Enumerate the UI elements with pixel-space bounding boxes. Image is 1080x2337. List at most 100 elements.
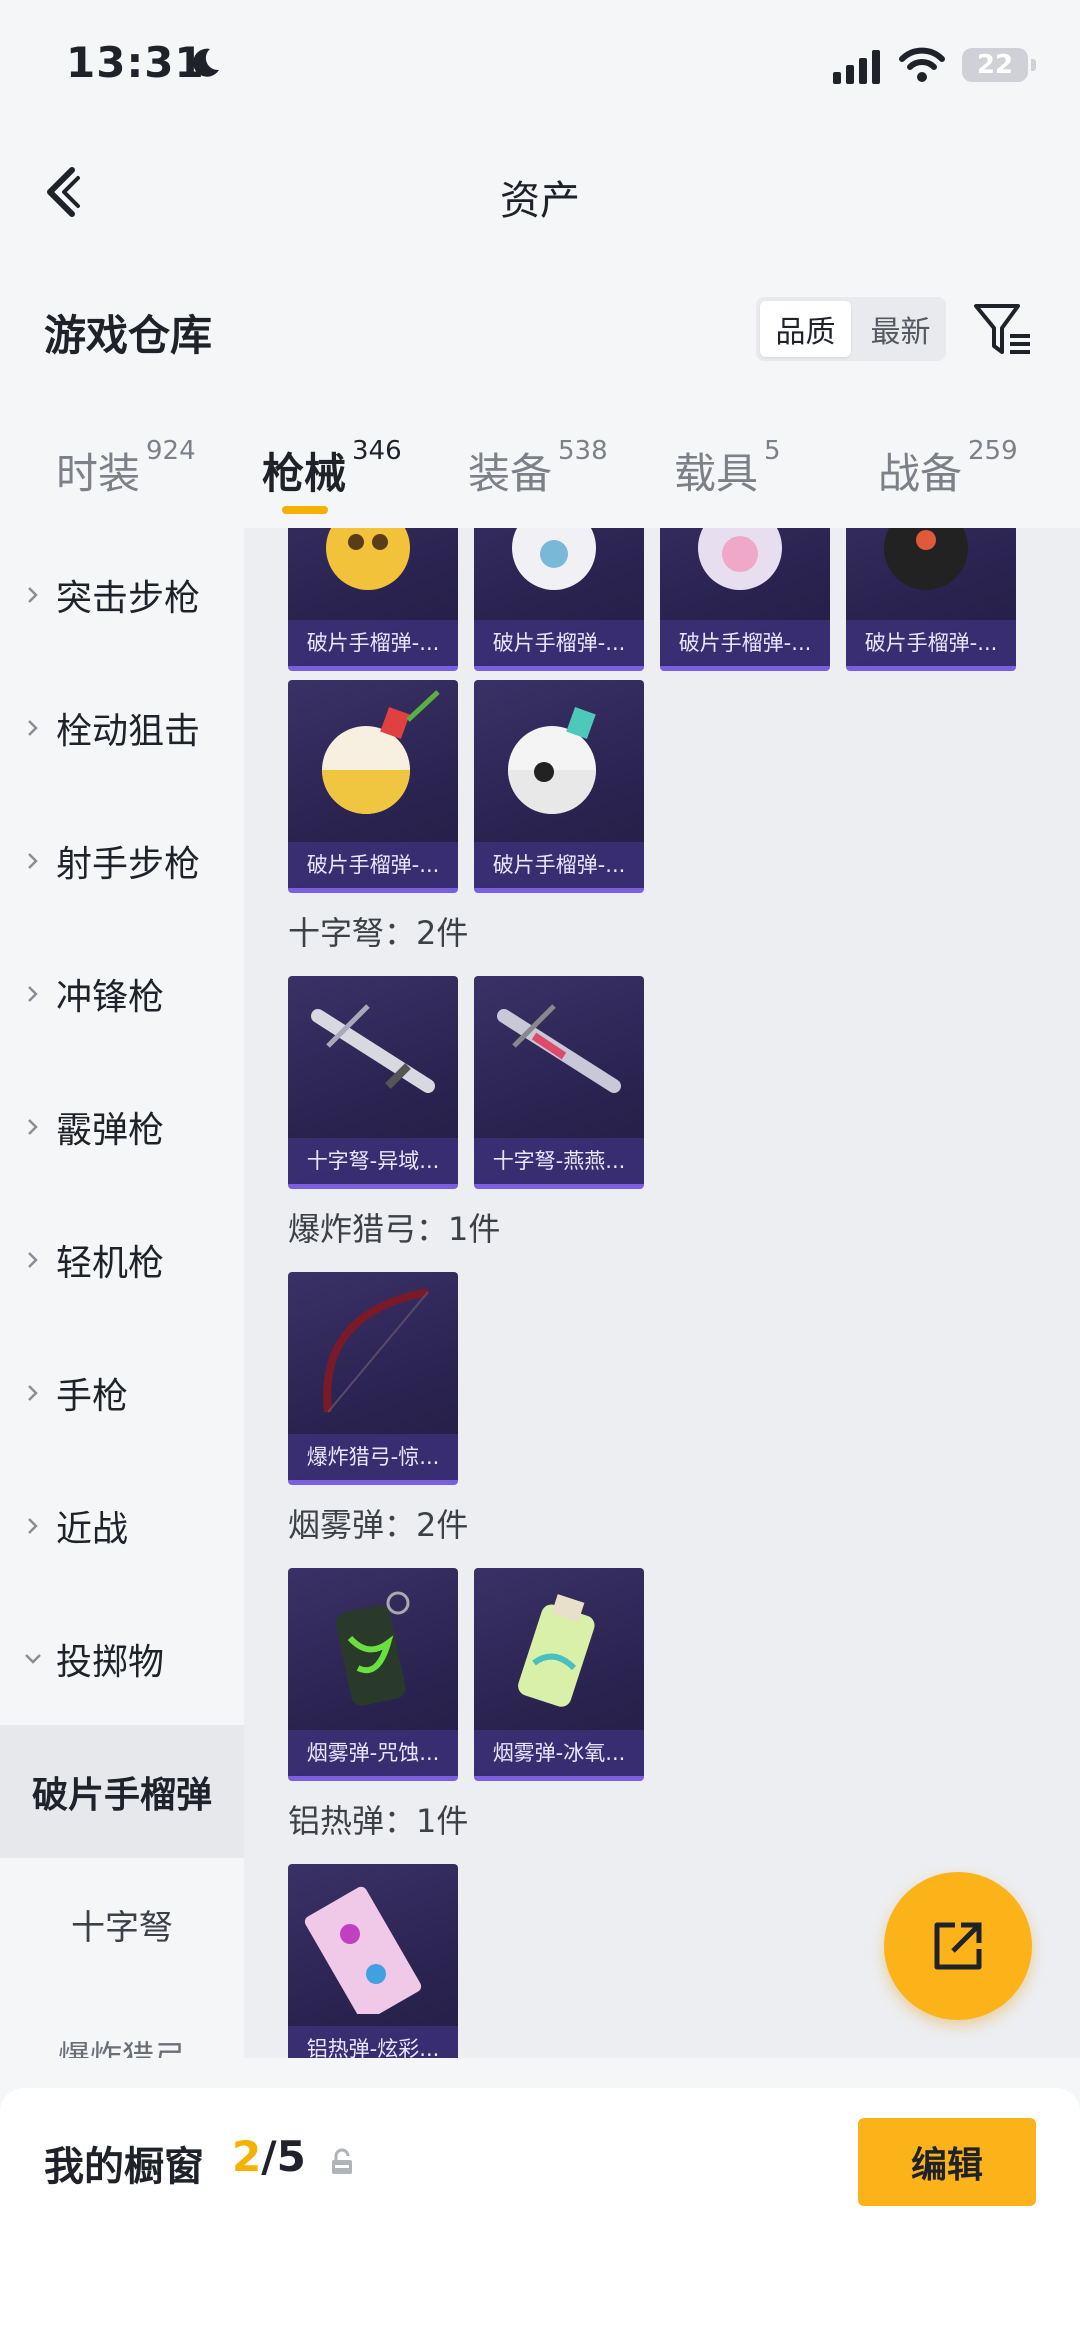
chevron-right-icon — [28, 586, 38, 603]
sort-quality-button[interactable]: 品质 — [760, 301, 851, 357]
sidebar-item-label: 近战 — [56, 1508, 129, 1550]
chevron-down-icon — [25, 1653, 41, 1664]
grenade-skin-image — [884, 528, 968, 590]
nav-bar: 资产 — [0, 130, 1080, 250]
item-name: 烟雾弹-咒蚀... — [288, 1730, 458, 1776]
sort-newest-button[interactable]: 最新 — [855, 297, 946, 361]
sidebar-subitem-explosive-bow[interactable]: 爆炸猎弓 — [0, 1988, 244, 2059]
sidebar-item-smg[interactable]: 冲锋枪 — [0, 927, 244, 1060]
sidebar-item-pistol[interactable]: 手枪 — [0, 1326, 244, 1459]
wifi-icon — [899, 47, 945, 82]
sidebar-item-melee[interactable]: 近战 — [0, 1459, 244, 1592]
grenade-skin-image — [322, 690, 440, 814]
sidebar-item-label: 霰弹枪 — [56, 1109, 165, 1151]
filter-icon[interactable] — [972, 300, 1034, 360]
crossbow-skin-image — [311, 1004, 435, 1093]
share-button[interactable] — [884, 1872, 1032, 2020]
page-title: 资产 — [500, 178, 580, 224]
status-time: 13:31 — [66, 38, 205, 87]
grenade-skin-image — [508, 707, 596, 814]
sidebar-item-label: 冲锋枪 — [56, 976, 165, 1018]
tab-outfits[interactable]: 时装 924 — [56, 436, 196, 501]
item-name: 十字弩-异域... — [288, 1138, 458, 1184]
battery-icon: 22 — [962, 48, 1036, 82]
item-name: 破片手榴弹-... — [474, 620, 644, 666]
sidebar-item-bolt-sniper[interactable]: 栓动狙击 — [0, 661, 244, 794]
tab-supplies[interactable]: 战备 259 — [878, 436, 1018, 501]
chevron-right-icon — [28, 1118, 38, 1135]
group-label-thermite: 铝热弹：1件 — [288, 1802, 469, 1840]
sidebar-item-label: 手枪 — [56, 1375, 129, 1417]
item-card[interactable]: 破片手榴弹-... — [288, 680, 458, 893]
showcase-count: 2/5 — [232, 2132, 306, 2181]
chevron-right-icon — [28, 1384, 38, 1401]
active-tab-indicator — [282, 506, 328, 514]
group-label-smoke-grenade: 烟雾弹：2件 — [288, 1506, 469, 1544]
section-title: 游戏仓库 — [44, 311, 213, 360]
edit-button[interactable]: 编辑 — [858, 2118, 1036, 2206]
sidebar-subitem-frag-grenade[interactable]: 破片手榴弹 — [0, 1725, 244, 1858]
item-name: 铝热弹-炫彩... — [288, 2026, 458, 2058]
item-card[interactable]: 铝热弹-炫彩... — [288, 1864, 458, 2058]
moon-icon — [193, 48, 219, 77]
item-card[interactable]: 破片手榴弹-... — [474, 680, 644, 893]
thermite-skin-image — [304, 1886, 422, 2014]
chevron-right-icon — [28, 1251, 38, 1268]
sort-toggle: 品质 最新 — [756, 297, 946, 361]
item-name: 破片手榴弹-... — [474, 842, 644, 888]
sidebar-item-shotgun[interactable]: 霰弹枪 — [0, 1060, 244, 1193]
item-card[interactable]: 爆炸猎弓-惊... — [288, 1272, 458, 1485]
item-name: 破片手榴弹-... — [660, 620, 830, 666]
tab-equipment[interactable]: 装备 538 — [468, 436, 608, 501]
showcase-bar: 我的橱窗 2/5 编辑 — [0, 2088, 1080, 2337]
item-name: 十字弩-燕燕... — [474, 1138, 644, 1184]
chevron-right-icon — [28, 719, 38, 736]
weapon-category-sidebar: 突击步枪 栓动狙击 射手步枪 冲锋枪 霰弹枪 轻机枪 手枪 近战 投掷物 破片手… — [0, 528, 244, 2058]
sidebar-item-label: 轻机枪 — [56, 1242, 165, 1284]
category-tabs: 时装 924 枪械 346 装备 538 载具 5 战备 259 — [0, 420, 1080, 528]
item-card[interactable]: 破片手榴弹-... — [288, 528, 458, 671]
sidebar-item-throwables[interactable]: 投掷物 — [0, 1592, 244, 1725]
status-bar: 13:31 22 — [0, 0, 1080, 130]
item-name: 爆炸猎弓-惊... — [288, 1434, 458, 1480]
item-name: 烟雾弹-冰氧... — [474, 1730, 644, 1776]
item-card[interactable]: 烟雾弹-咒蚀... — [288, 1568, 458, 1781]
sidebar-item-lmg[interactable]: 轻机枪 — [0, 1193, 244, 1326]
showcase-title: 我的橱窗 — [44, 2144, 204, 2190]
item-card[interactable]: 十字弩-燕燕... — [474, 976, 644, 1189]
sidebar-item-label: 突击步枪 — [56, 577, 201, 619]
grenade-skin-image — [326, 528, 410, 590]
grenade-skin-image — [512, 528, 596, 590]
group-label-explosive-bow: 爆炸猎弓：1件 — [288, 1210, 501, 1248]
chevron-right-icon — [28, 852, 38, 869]
sidebar-subitem-crossbow[interactable]: 十字弩 — [0, 1858, 244, 1991]
sidebar-item-marksman-rifle[interactable]: 射手步枪 — [0, 794, 244, 927]
smoke-grenade-skin-image — [518, 1594, 595, 1707]
sidebar-item-assault-rifle[interactable]: 突击步枪 — [0, 528, 244, 661]
item-card[interactable]: 十字弩-异域... — [288, 976, 458, 1189]
smoke-grenade-skin-image — [335, 1591, 410, 1706]
share-export-icon — [934, 1922, 982, 1970]
section-header: 游戏仓库 品质 最新 — [0, 280, 1080, 380]
chevron-right-icon — [28, 1517, 38, 1534]
item-card[interactable]: 破片手榴弹-... — [660, 528, 830, 671]
sidebar-item-label: 栓动狙击 — [56, 710, 201, 752]
tab-vehicles[interactable]: 载具 5 — [674, 436, 781, 501]
bow-skin-image — [323, 1288, 429, 1413]
item-card[interactable]: 破片手榴弹-... — [846, 528, 1016, 671]
lock-icon — [332, 2148, 352, 2174]
item-name: 破片手榴弹-... — [846, 620, 1016, 666]
grenade-skin-image — [698, 528, 782, 590]
group-label-crossbow: 十字弩：2件 — [288, 914, 469, 952]
tab-firearms[interactable]: 枪械 346 — [262, 436, 402, 501]
inventory-grid: 破片手榴弹-... 破片手榴弹-... 破片手榴弹-... 破片手榴弹-... … — [244, 528, 1080, 2058]
item-name: 破片手榴弹-... — [288, 842, 458, 888]
item-card[interactable]: 烟雾弹-冰氧... — [474, 1568, 644, 1781]
chevron-right-icon — [28, 985, 38, 1002]
cellular-signal-icon — [833, 50, 880, 84]
crossbow-skin-image — [497, 1004, 621, 1093]
item-name: 破片手榴弹-... — [288, 620, 458, 666]
sidebar-item-label: 射手步枪 — [56, 843, 201, 885]
sidebar-item-label: 投掷物 — [56, 1641, 165, 1683]
item-card[interactable]: 破片手榴弹-... — [474, 528, 644, 671]
